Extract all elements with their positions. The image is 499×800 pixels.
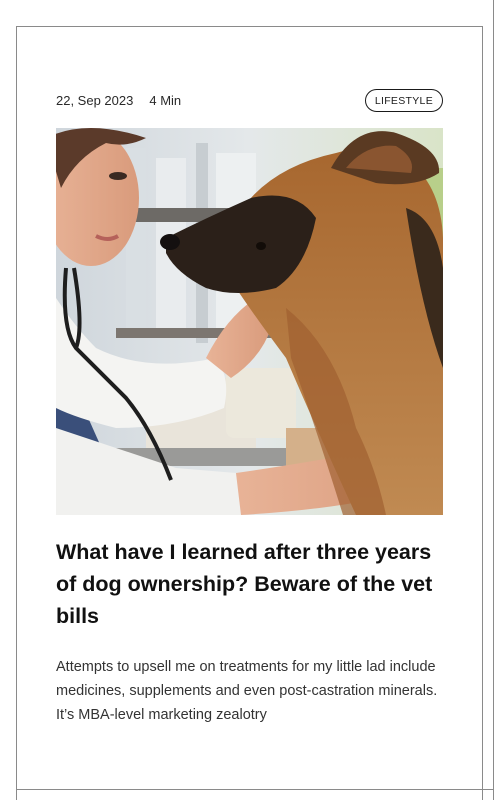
- category-tag[interactable]: LIFESTYLE: [364, 89, 443, 112]
- divider-top: [16, 26, 483, 27]
- divider-right: [482, 26, 483, 800]
- divider-right-outer: [493, 0, 494, 800]
- divider-bottom: [16, 789, 494, 790]
- article-card: 22, Sep 2023 4 Min LIFESTYLE: [56, 88, 443, 113]
- divider-left: [16, 26, 17, 800]
- article-excerpt: Attempts to upsell me on treatments for …: [56, 659, 438, 723]
- article-image[interactable]: [56, 128, 443, 515]
- page: 22, Sep 2023 4 Min LIFESTYLE What have I…: [0, 0, 499, 800]
- article-date: 22, Sep 2023: [56, 93, 134, 108]
- vet-dog-photo: [56, 128, 443, 515]
- article-read-time: 4 Min: [149, 93, 182, 108]
- article-meta: 22, Sep 2023 4 Min LIFESTYLE: [56, 88, 443, 113]
- article-title[interactable]: What have I learned after three years of…: [56, 536, 448, 632]
